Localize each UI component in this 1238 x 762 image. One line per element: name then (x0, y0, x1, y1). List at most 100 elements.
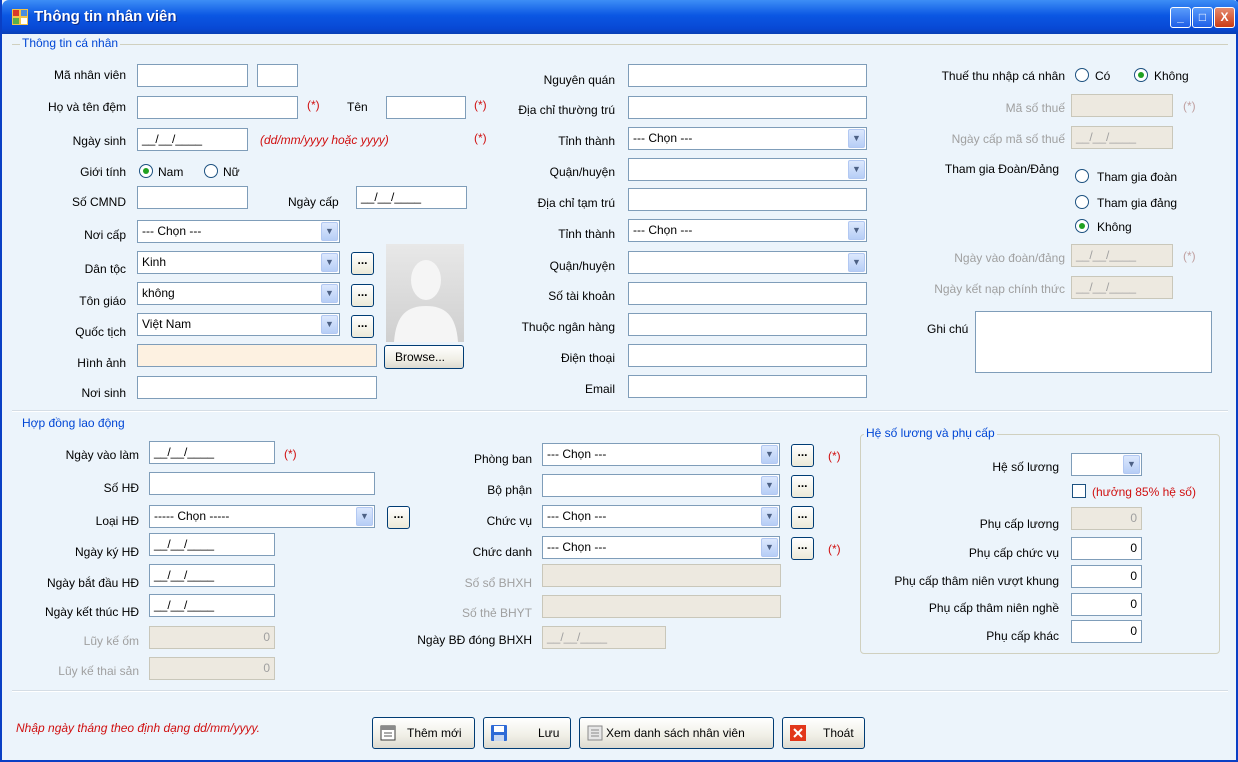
bank-input[interactable] (628, 313, 867, 336)
gender-male-radio[interactable] (139, 164, 153, 178)
employee-id-suffix-input[interactable] (257, 64, 298, 87)
ethnicity-select[interactable]: Kinh ▼ (137, 251, 340, 274)
religion-select[interactable]: không ▼ (137, 282, 340, 305)
tax-code-date-input[interactable]: __/__/____ (1071, 126, 1173, 149)
union-opt1-radio[interactable] (1075, 169, 1089, 183)
begin-date-input[interactable]: __/__/____ (149, 564, 275, 587)
other-allowance-input[interactable]: 0 (1071, 620, 1142, 643)
chevron-down-icon[interactable]: ▼ (848, 221, 865, 240)
image-path-input[interactable] (137, 344, 377, 367)
ethnicity-more-button[interactable]: ... (351, 252, 374, 275)
health-insurance-input[interactable] (542, 595, 781, 618)
union-opt2-radio[interactable] (1075, 195, 1089, 209)
birthplace-input[interactable] (137, 376, 377, 399)
chevron-down-icon[interactable]: ▼ (321, 253, 338, 272)
chevron-down-icon[interactable]: ▼ (848, 129, 865, 148)
minimize-button[interactable]: _ (1170, 7, 1191, 28)
religion-more-button[interactable]: ... (351, 284, 374, 307)
position-select[interactable]: --- Chọn --- ▼ (542, 505, 780, 528)
religion-label: Tôn giáo (79, 294, 126, 308)
employee-id-input[interactable] (137, 64, 248, 87)
email-input[interactable] (628, 375, 867, 398)
chevron-down-icon[interactable]: ▼ (848, 253, 865, 272)
exit-button[interactable]: Thoát (782, 717, 865, 749)
birthdate-input[interactable]: __/__/____ (137, 128, 248, 151)
nationality-more-button[interactable]: ... (351, 315, 374, 338)
chevron-down-icon[interactable]: ▼ (1123, 455, 1140, 474)
chevron-down-icon[interactable]: ▼ (761, 507, 778, 526)
seniority-input[interactable]: 0 (1071, 593, 1142, 616)
maternity-input[interactable]: 0 (149, 657, 275, 680)
salary-allowance-input[interactable]: 0 (1071, 507, 1142, 530)
title-bar[interactable]: Thông tin nhân viên _ □ X (2, 0, 1238, 34)
contract-group-title: Hợp đồng lao động (20, 416, 127, 430)
sign-date-input[interactable]: __/__/____ (149, 533, 275, 556)
contract-no-input[interactable] (149, 472, 375, 495)
job-title-more-button[interactable]: ... (791, 537, 814, 560)
required-mark: (*) (828, 542, 841, 556)
seniority-over-input[interactable]: 0 (1071, 565, 1142, 588)
contract-type-select[interactable]: ----- Chọn ----- ▼ (149, 505, 375, 528)
chevron-down-icon[interactable]: ▼ (761, 538, 778, 557)
percent85-checkbox[interactable] (1072, 484, 1086, 498)
issue-place-select[interactable]: --- Chọn --- ▼ (137, 220, 340, 243)
contract-no-label: Số HĐ (103, 481, 139, 495)
chevron-down-icon[interactable]: ▼ (761, 445, 778, 464)
official-date-input[interactable]: __/__/____ (1071, 276, 1173, 299)
chevron-down-icon[interactable]: ▼ (848, 160, 865, 179)
chevron-down-icon[interactable]: ▼ (321, 284, 338, 303)
add-new-button[interactable]: Thêm mới (372, 717, 475, 749)
id-card-label: Số CMND (71, 195, 126, 209)
union-opt3-radio[interactable] (1075, 219, 1089, 233)
chevron-down-icon[interactable]: ▼ (356, 507, 373, 526)
tax-no-radio[interactable] (1134, 68, 1148, 82)
province-select[interactable]: --- Chọn --- ▼ (628, 127, 867, 150)
note-textarea[interactable] (975, 311, 1212, 373)
province2-select[interactable]: --- Chọn --- ▼ (628, 219, 867, 242)
social-insurance-input[interactable] (542, 564, 781, 587)
start-work-input[interactable]: __/__/____ (149, 441, 275, 464)
section-divider (12, 410, 1228, 412)
sign-date-label: Ngày ký HĐ (74, 545, 139, 559)
browse-button[interactable]: Browse... (384, 345, 464, 369)
district2-select[interactable]: ▼ (628, 251, 867, 274)
save-button[interactable]: Lưu (483, 717, 571, 749)
tax-code-date-label: Ngày cấp mã số thuế (951, 132, 1065, 146)
chevron-down-icon[interactable]: ▼ (761, 476, 778, 495)
view-list-button[interactable]: Xem danh sách nhân viên (579, 717, 774, 749)
maximize-button[interactable]: □ (1192, 7, 1213, 28)
union-date-input[interactable]: __/__/____ (1071, 244, 1173, 267)
job-title-select[interactable]: --- Chọn --- ▼ (542, 536, 780, 559)
close-button[interactable]: X (1214, 7, 1235, 28)
temp-address-label: Địa chỉ tạm trú (537, 196, 615, 210)
id-card-input[interactable] (137, 186, 248, 209)
tax-code-input[interactable] (1071, 94, 1173, 117)
chevron-down-icon[interactable]: ▼ (321, 222, 338, 241)
section-label: Bộ phận (487, 483, 532, 497)
health-insurance-label: Số thẻ BHYT (461, 606, 532, 620)
position-allowance-input[interactable]: 0 (1071, 537, 1142, 560)
coefficient-select[interactable]: ▼ (1071, 453, 1142, 476)
position-more-button[interactable]: ... (791, 506, 814, 529)
lastname-input[interactable] (137, 96, 298, 119)
sick-leave-input[interactable]: 0 (149, 626, 275, 649)
permanent-address-input[interactable] (628, 96, 867, 119)
view-list-label: Xem danh sách nhân viên (606, 726, 745, 740)
temp-address-input[interactable] (628, 188, 867, 211)
district-select[interactable]: ▼ (628, 158, 867, 181)
section-more-button[interactable]: ... (791, 475, 814, 498)
insurance-start-input[interactable]: __/__/____ (542, 626, 666, 649)
gender-female-radio[interactable] (204, 164, 218, 178)
tax-yes-radio[interactable] (1075, 68, 1089, 82)
firstname-input[interactable] (386, 96, 466, 119)
department-more-button[interactable]: ... (791, 444, 814, 467)
chevron-down-icon[interactable]: ▼ (321, 315, 338, 334)
nationality-select[interactable]: Việt Nam ▼ (137, 313, 340, 336)
section-select[interactable]: ▼ (542, 474, 780, 497)
department-select[interactable]: --- Chọn --- ▼ (542, 443, 780, 466)
account-input[interactable] (628, 282, 867, 305)
issue-date-input[interactable]: __/__/____ (356, 186, 467, 209)
hometown-input[interactable] (628, 64, 867, 87)
phone-input[interactable] (628, 344, 867, 367)
end-date-input[interactable]: __/__/____ (149, 594, 275, 617)
